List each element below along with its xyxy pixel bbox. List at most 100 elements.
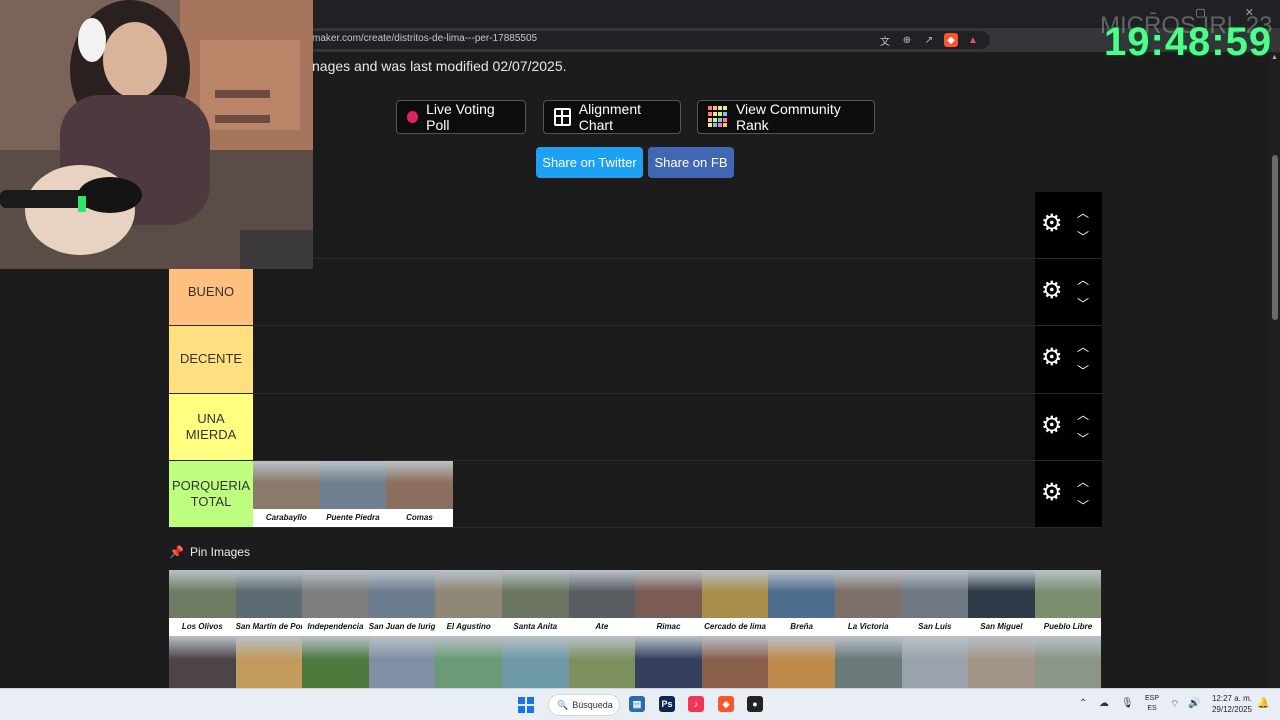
tray-mic-icon[interactable]: 🎙 xyxy=(1121,698,1134,709)
district-photo xyxy=(235,636,303,688)
district-photo xyxy=(501,636,569,688)
move-up-icon[interactable]: ︿ xyxy=(1075,204,1091,221)
tier-drop-zone[interactable] xyxy=(253,192,1035,259)
scroll-up-arrow-icon[interactable]: ▲ xyxy=(1271,54,1278,61)
share-fb-button[interactable]: Share on FB xyxy=(648,147,734,178)
district-image-tile[interactable] xyxy=(368,636,436,688)
district-image-tile[interactable] xyxy=(169,636,236,688)
brave-browser-icon[interactable]: ◆ xyxy=(718,696,734,712)
file-explorer-icon[interactable]: ▤ xyxy=(629,696,645,712)
scrollbar-thumb[interactable] xyxy=(1272,155,1278,320)
grid-icon xyxy=(554,108,571,126)
district-image-tile[interactable]: Rimac xyxy=(635,570,702,636)
district-image-tile[interactable]: Breña xyxy=(768,570,835,636)
district-image-tile[interactable] xyxy=(568,636,636,688)
district-image-tile[interactable] xyxy=(235,636,303,688)
taskbar-clock[interactable]: 12:27 a. m. 29/12/2025 xyxy=(1208,693,1252,715)
move-down-icon[interactable]: ﹀ xyxy=(1075,228,1091,245)
district-image-tile[interactable] xyxy=(768,636,835,688)
translate-icon[interactable]: 文 xyxy=(878,33,892,48)
district-image-tile[interactable]: San Luis xyxy=(901,570,969,636)
district-image-tile[interactable] xyxy=(635,636,702,688)
district-image-tile[interactable]: Comas xyxy=(386,460,453,527)
move-down-icon[interactable]: ﹀ xyxy=(1075,430,1091,447)
tray-wifi-icon[interactable]: ⌔ xyxy=(1170,698,1179,711)
district-image-tile[interactable] xyxy=(701,636,769,688)
district-image-tile[interactable]: San Miguel xyxy=(968,570,1035,636)
district-image-tile[interactable]: San Martin de Porres xyxy=(235,570,303,636)
move-down-icon[interactable]: ﹀ xyxy=(1075,362,1091,379)
district-image-tile[interactable] xyxy=(968,636,1035,688)
district-image-tile[interactable]: La Victoria xyxy=(834,570,902,636)
obs-icon[interactable]: ● xyxy=(747,696,763,712)
move-down-icon[interactable]: ﹀ xyxy=(1075,295,1091,312)
url-text[interactable]: maker.com/create/distritos-de-lima---per… xyxy=(312,33,537,44)
alignment-chart-button[interactable]: Alignment Chart xyxy=(543,100,681,134)
gear-icon[interactable]: ⚙ xyxy=(1041,346,1065,370)
district-caption: Pueblo Libre xyxy=(1034,618,1102,636)
share-twitter-button[interactable]: Share on Twitter xyxy=(536,147,643,178)
district-image-tile[interactable]: Cercado de lima xyxy=(701,570,769,636)
district-caption: Breña xyxy=(768,618,835,636)
district-photo xyxy=(1034,636,1102,688)
gear-icon[interactable]: ⚙ xyxy=(1041,413,1065,438)
tray-chevron-icon[interactable]: ⌃ xyxy=(1079,698,1087,709)
district-image-tile[interactable] xyxy=(501,636,569,688)
district-image-tile[interactable] xyxy=(1034,636,1102,688)
brave-shield-icon[interactable]: ◆ xyxy=(944,33,958,47)
district-image-tile[interactable]: Los Olivos xyxy=(169,570,236,636)
photoshop-icon[interactable]: Ps xyxy=(659,696,675,712)
zoom-icon[interactable]: ⊕ xyxy=(900,33,914,47)
webcam-overlay xyxy=(0,0,313,269)
district-caption: San Juan de lurigancho xyxy=(368,618,436,636)
district-image-tile[interactable]: El Agustino xyxy=(435,570,502,636)
district-image-tile[interactable]: Puente Piedra xyxy=(319,460,387,527)
tier-label[interactable]: BUENO xyxy=(169,259,253,326)
district-image-tile[interactable] xyxy=(435,636,502,688)
pin-images-header[interactable]: 📌 Pin Images xyxy=(169,545,250,559)
tier-label[interactable]: UNA MIERDA xyxy=(169,393,253,460)
gear-icon[interactable]: ⚙ xyxy=(1041,212,1065,236)
share-icon[interactable]: ↗ xyxy=(922,33,936,47)
move-up-icon[interactable]: ︿ xyxy=(1075,406,1091,423)
tier-label[interactable]: PORQUERIA TOTAL xyxy=(169,460,253,527)
live-voting-poll-button[interactable]: Live Voting Poll xyxy=(396,100,526,134)
tier-drop-zone[interactable] xyxy=(253,259,1035,326)
move-up-icon[interactable]: ︿ xyxy=(1075,338,1091,355)
district-caption: Cercado de lima xyxy=(701,618,769,636)
district-photo xyxy=(968,636,1035,688)
move-down-icon[interactable]: ﹀ xyxy=(1075,497,1091,514)
view-community-rank-button[interactable]: View Community Rank xyxy=(697,100,875,134)
tier-controls: ⚙ ︿ ﹀ xyxy=(1035,259,1102,326)
tier-drop-zone[interactable] xyxy=(253,326,1035,393)
notification-bell-icon[interactable]: 🔔 xyxy=(1257,698,1269,709)
tray-volume-icon[interactable]: 🔊 xyxy=(1188,698,1200,709)
district-photo xyxy=(568,636,636,688)
tier-label[interactable]: DECENTE xyxy=(169,326,253,393)
district-image-tile[interactable]: Independencia xyxy=(302,570,369,636)
taskbar-search[interactable]: 🔍 Búsqueda xyxy=(548,694,620,716)
gear-icon[interactable]: ⚙ xyxy=(1041,279,1065,303)
tier-drop-zone[interactable] xyxy=(253,393,1035,460)
district-image-tile[interactable]: Carabayllo xyxy=(253,460,320,527)
district-image-tile[interactable]: San Juan de lurigancho xyxy=(368,570,436,636)
move-up-icon[interactable]: ︿ xyxy=(1075,473,1091,490)
district-caption: La Victoria xyxy=(834,618,902,636)
district-photo xyxy=(386,460,453,509)
brave-rewards-icon[interactable]: ▲ xyxy=(966,33,980,47)
district-image-tile[interactable] xyxy=(834,636,902,688)
district-image-tile[interactable]: Santa Anita xyxy=(501,570,569,636)
district-image-tile[interactable]: Ate xyxy=(568,570,636,636)
page-scrollbar[interactable] xyxy=(1270,52,1280,688)
move-up-icon[interactable]: ︿ xyxy=(1075,271,1091,288)
language-indicator[interactable]: ESP ES xyxy=(1144,694,1160,714)
district-image-tile[interactable] xyxy=(901,636,969,688)
start-button-icon[interactable] xyxy=(518,697,534,713)
tier-drop-zone[interactable]: Carabayllo Puente Piedra Comas xyxy=(253,460,1035,527)
district-image-tile[interactable] xyxy=(302,636,369,688)
search-icon: 🔍 xyxy=(557,699,569,710)
music-app-icon[interactable]: ♪ xyxy=(688,696,704,712)
gear-icon[interactable]: ⚙ xyxy=(1041,480,1065,505)
district-image-tile[interactable]: Pueblo Libre xyxy=(1034,570,1102,636)
tray-network-icon[interactable]: ☁ xyxy=(1099,698,1109,709)
